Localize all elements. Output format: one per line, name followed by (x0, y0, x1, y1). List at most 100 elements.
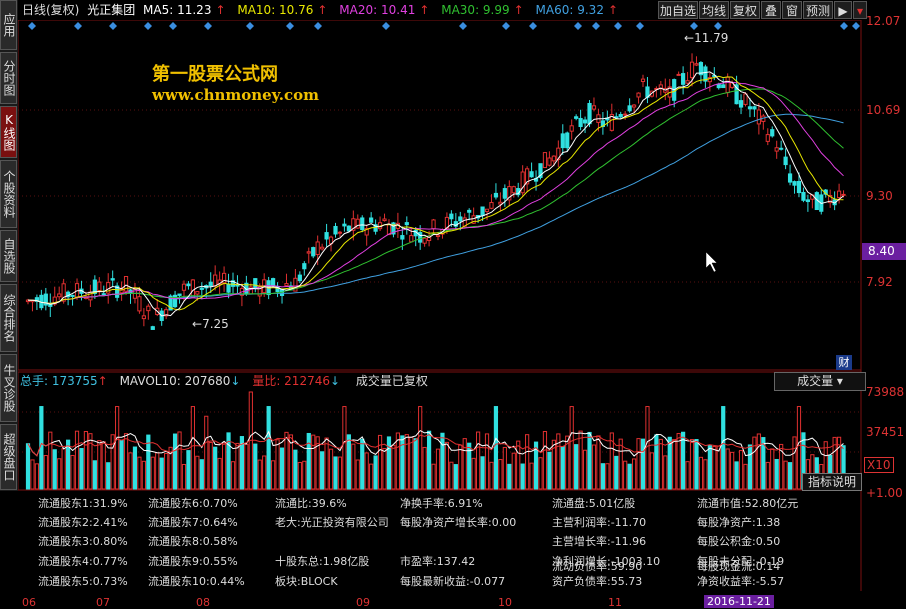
add-watchlist-button[interactable]: 加自选 (658, 1, 698, 19)
volume-bar (181, 463, 187, 490)
dropdown-icon[interactable]: ▾ (853, 1, 867, 19)
ma-button[interactable]: 均线 (699, 1, 729, 19)
candle-body (591, 105, 597, 110)
event-diamond-icon[interactable] (74, 22, 82, 30)
sidebar-tab-diagnosis[interactable]: 牛叉诊股 (0, 354, 17, 422)
cash-flow-info: 每股现金流:0.14 (697, 560, 781, 573)
event-diamond-icon[interactable] (502, 22, 510, 30)
info-field: 流通股东3:0.80% (38, 535, 128, 548)
volume-bar (738, 450, 744, 490)
volume-bar (217, 457, 222, 490)
volume-bar (150, 456, 155, 490)
event-diamond-icon[interactable] (286, 22, 294, 30)
event-diamond-icon[interactable] (714, 22, 722, 30)
indicator-select[interactable]: 成交量 ▾ (774, 372, 866, 391)
date-label: 10 (498, 596, 512, 609)
candle-body (431, 219, 436, 230)
volume-bar (34, 463, 40, 490)
event-diamond-icon[interactable] (246, 22, 254, 30)
event-diamond-icon[interactable] (574, 22, 582, 30)
candle-body (226, 283, 231, 293)
volume-bar (172, 433, 178, 490)
period-label[interactable]: 日线(复权) (22, 3, 79, 17)
candle-body (181, 283, 187, 291)
candle-body (792, 181, 797, 186)
candle-body (186, 283, 191, 287)
info-field: 净换手率:6.91% (400, 497, 483, 510)
nav-arrow-icon[interactable]: ▶ (834, 1, 852, 19)
date-label: 11 (608, 596, 622, 609)
event-diamond-icon[interactable] (592, 22, 600, 30)
event-diamond-icon[interactable] (144, 22, 152, 30)
high-annotation: ←11.79 (684, 31, 728, 45)
event-diamond-icon[interactable] (382, 22, 390, 30)
event-diamond-icon[interactable] (459, 22, 467, 30)
event-diamond-icon[interactable] (690, 22, 698, 30)
event-diamond-icon[interactable] (529, 22, 537, 30)
volume-bar (364, 452, 369, 490)
event-diamond-icon[interactable] (636, 22, 644, 30)
sidebar-tab-ranking[interactable]: 综合排名 (0, 284, 17, 352)
event-diamond-icon[interactable] (109, 22, 117, 30)
volume-bar (730, 451, 735, 490)
volume-bar (538, 457, 543, 490)
volume-bar (328, 448, 334, 490)
financial-icon[interactable]: 财 (836, 355, 852, 370)
volume-bar (235, 442, 240, 490)
volume-bar (155, 452, 160, 490)
sidebar-tab-super-panel[interactable]: 超级盘口 (0, 424, 17, 490)
candle-body (627, 105, 632, 112)
volume-header: 总手: 173755↑ MAVOL10: 207680↓ 量比: 212746↓… (20, 374, 428, 388)
sidebar-tab-app[interactable]: 应用 (0, 0, 17, 50)
sidebar-tab-profile[interactable]: 个股资料 (0, 160, 17, 228)
current-date-badge: 2016-11-21 (704, 595, 774, 608)
candle-body (779, 147, 784, 150)
volume-bar (796, 406, 802, 490)
volume-bar (400, 435, 405, 490)
volume-bar (582, 449, 588, 490)
price-axis-label: 7.92 (866, 275, 893, 289)
sidebar-tab-timeshare[interactable]: 分时图 (0, 52, 17, 104)
event-markers[interactable] (28, 22, 860, 30)
candle-body (315, 241, 320, 255)
volume-bar (52, 449, 57, 490)
adjust-button[interactable]: 复权 (730, 1, 760, 19)
volume-bar (164, 452, 169, 490)
volume-bar (101, 441, 106, 490)
event-diamond-icon[interactable] (840, 22, 848, 30)
sidebar-tab-watchlist[interactable]: 自选股 (0, 230, 17, 282)
candle-body (320, 246, 325, 250)
volume-bar (128, 452, 133, 490)
event-diamond-icon[interactable] (204, 22, 212, 30)
event-diamond-icon[interactable] (28, 22, 36, 30)
volume-bar (476, 431, 481, 490)
event-diamond-icon[interactable] (852, 22, 860, 30)
candle-body (177, 293, 182, 296)
candle-body (70, 294, 75, 297)
volume-bar (346, 434, 351, 490)
window-button[interactable]: 窗 (782, 1, 802, 19)
chart-header: 日线(复权) 光正集团 MA5: 11.23 ↑ MA10: 10.76 ↑ MA2… (22, 0, 662, 20)
volume-bar (422, 446, 427, 490)
event-diamond-icon[interactable] (169, 22, 177, 30)
forecast-button[interactable]: 预测 (803, 1, 833, 19)
event-diamond-icon[interactable] (314, 22, 322, 30)
watermark-title: 第一股票公式网 (152, 64, 278, 85)
volume-bar (48, 431, 53, 490)
event-diamond-icon[interactable] (614, 22, 622, 30)
indicator-help-button[interactable]: 指标说明 (802, 473, 862, 491)
volume-bar (493, 406, 499, 490)
volume-bar (529, 462, 534, 490)
volume-bar (569, 406, 574, 490)
candle-body (404, 222, 409, 226)
info-field: 流通市值:52.80亿元 (697, 497, 799, 510)
volume-bar (244, 443, 249, 490)
candle-body (587, 102, 592, 125)
overlay-button[interactable]: 叠 (761, 1, 781, 19)
ma20-label: MA20: 10.41 ↑ (339, 3, 430, 17)
volume-bar (284, 431, 289, 490)
sidebar-tab-kline[interactable]: K线图 (0, 106, 17, 158)
volume-bar (698, 456, 704, 490)
candle-body (449, 213, 454, 220)
volume-bar (440, 432, 445, 490)
